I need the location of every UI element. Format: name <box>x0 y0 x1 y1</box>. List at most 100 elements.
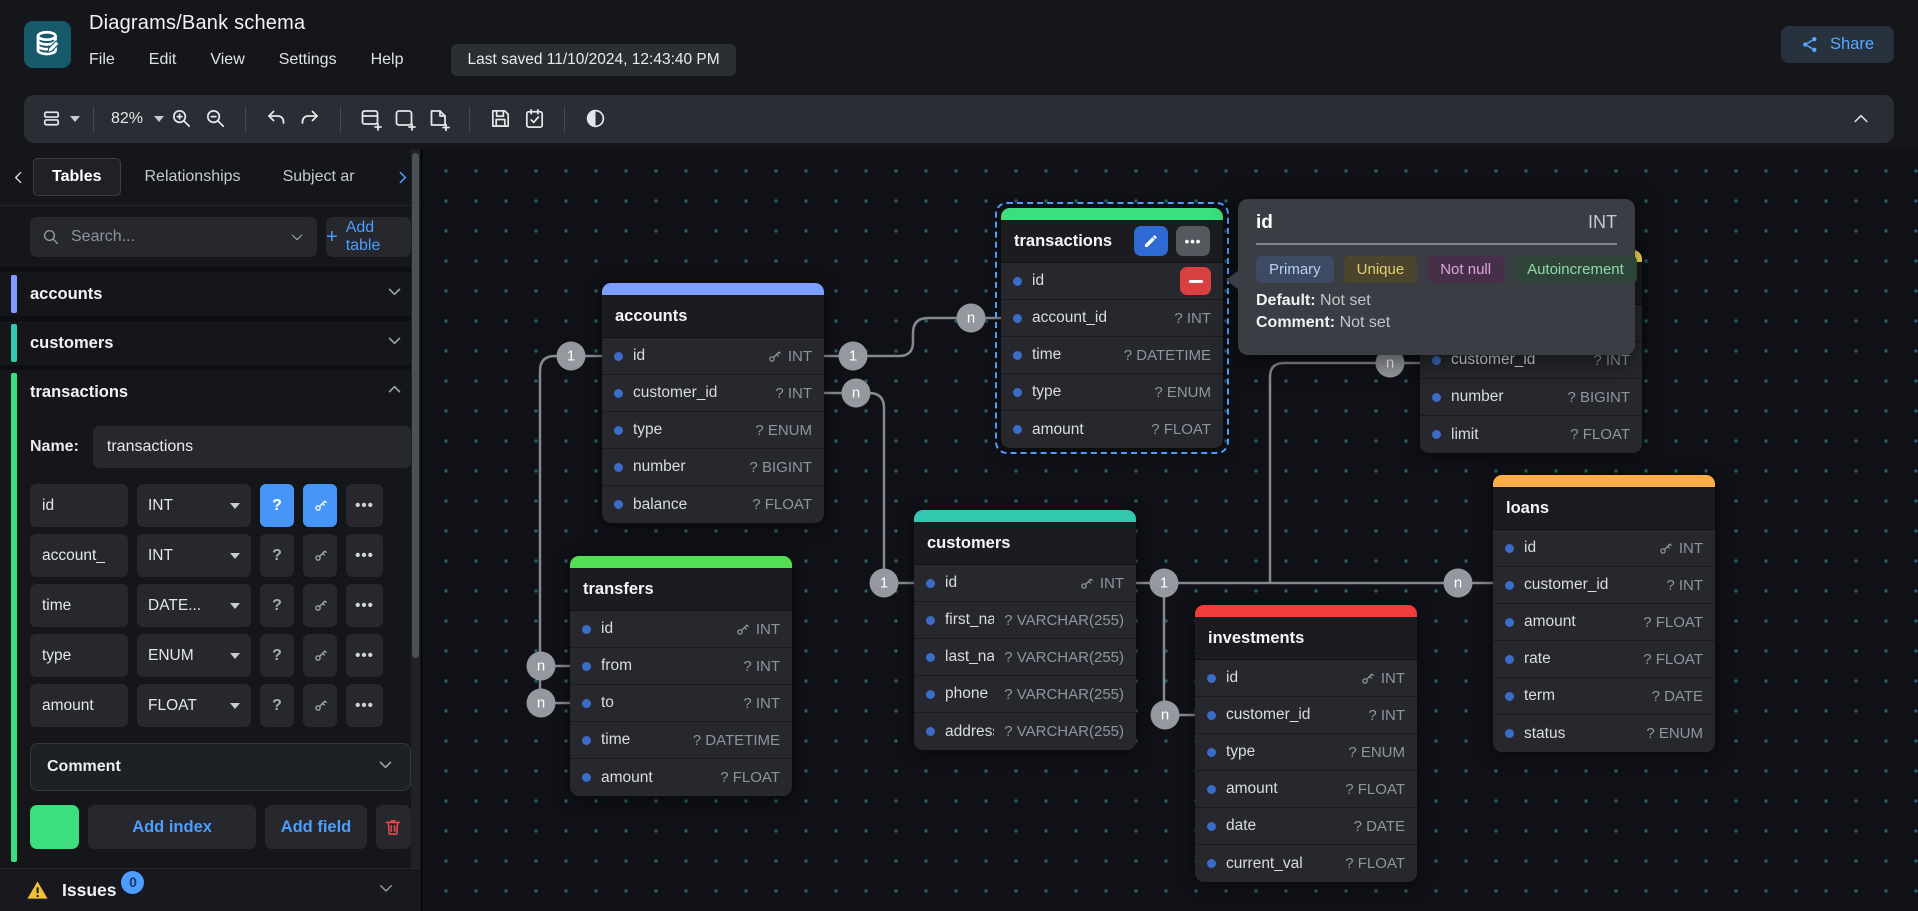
tab-subject-areas[interactable]: Subject ar <box>265 159 357 195</box>
field-type-dropdown[interactable]: ENUM <box>137 634 251 677</box>
primary-key-button[interactable] <box>303 484 337 527</box>
accordion-toggle[interactable] <box>386 381 403 403</box>
zoom-level-dropdown[interactable]: 82% <box>107 102 164 136</box>
tab-relationships[interactable]: Relationships <box>127 159 259 195</box>
primary-key-button[interactable] <box>303 584 337 627</box>
accordion-toggle[interactable] <box>386 283 403 305</box>
table-field-row[interactable]: amount? FLOAT <box>570 759 792 796</box>
collapse-header-button[interactable] <box>1844 102 1878 136</box>
table-title-bar[interactable]: customers <box>914 522 1136 565</box>
table-field-row[interactable]: idINT <box>570 611 792 648</box>
nullable-toggle-button[interactable]: ? <box>260 584 294 627</box>
diagram-canvas[interactable]: 1nn1nn11nnn accountsidINTcustomer_id? IN… <box>422 149 1918 911</box>
table-field-row[interactable]: type? ENUM <box>1195 734 1417 771</box>
field-type-dropdown[interactable]: INT <box>137 484 251 527</box>
table-field-row[interactable]: phone? VARCHAR(255) <box>914 676 1136 713</box>
table-field-row[interactable]: account_id? INT <box>1001 300 1223 337</box>
canvas-table-accounts[interactable]: accountsidINTcustomer_id? INTtype? ENUMn… <box>602 283 824 523</box>
primary-key-button[interactable] <box>303 634 337 677</box>
field-type-dropdown[interactable]: INT <box>137 534 251 577</box>
table-field-row[interactable]: type? ENUM <box>1001 374 1223 411</box>
delete-field-button[interactable] <box>1180 267 1211 295</box>
table-field-row[interactable]: idINT <box>914 565 1136 602</box>
add-area-button[interactable] <box>388 102 422 136</box>
table-title-bar[interactable]: loans <box>1493 487 1715 530</box>
table-title-bar[interactable]: transactions••• <box>1001 220 1223 263</box>
sidebar-table-item-transactions[interactable]: transactions <box>0 370 421 414</box>
table-field-row[interactable]: first_na...? VARCHAR(255) <box>914 602 1136 639</box>
field-more-options-button[interactable]: ••• <box>346 684 383 727</box>
save-button[interactable] <box>483 102 517 136</box>
delete-table-button[interactable] <box>376 805 411 849</box>
table-field-row[interactable]: to? INT <box>570 685 792 722</box>
menu-file[interactable]: File <box>89 51 115 69</box>
table-field-row[interactable]: customer_id? INT <box>1493 567 1715 604</box>
table-field-row[interactable]: rate? FLOAT <box>1493 641 1715 678</box>
table-field-row[interactable]: number? BIGINT <box>602 449 824 486</box>
tab-tables[interactable]: Tables <box>33 158 121 196</box>
table-field-row[interactable]: idINT <box>602 338 824 375</box>
table-field-row[interactable]: status? ENUM <box>1493 715 1715 752</box>
theme-toggle-button[interactable] <box>578 102 612 136</box>
undo-button[interactable] <box>259 102 293 136</box>
issues-bar[interactable]: Issues 0 <box>0 868 421 911</box>
tabs-scroll-right-button[interactable] <box>394 169 411 186</box>
table-field-row[interactable]: customer_id? INT <box>602 375 824 412</box>
add-table-button[interactable] <box>354 102 388 136</box>
field-name-input[interactable]: type <box>30 634 128 677</box>
comment-collapsible[interactable]: Comment <box>30 743 411 791</box>
field-name-input[interactable]: time <box>30 584 128 627</box>
table-field-row[interactable]: idINT <box>1195 660 1417 697</box>
table-field-row[interactable]: date? DATE <box>1195 808 1417 845</box>
table-field-row[interactable]: current_val? FLOAT <box>1195 845 1417 882</box>
accordion-toggle[interactable] <box>386 332 403 354</box>
canvas-table-investments[interactable]: investmentsidINTcustomer_id? INTtype? EN… <box>1195 605 1417 882</box>
table-title-bar[interactable]: investments <box>1195 617 1417 660</box>
table-color-swatch[interactable] <box>30 805 79 849</box>
table-field-row[interactable]: id <box>1001 263 1223 300</box>
menu-help[interactable]: Help <box>371 51 404 69</box>
edit-table-button[interactable] <box>1134 226 1168 256</box>
field-type-dropdown[interactable]: DATE... <box>137 584 251 627</box>
search-box[interactable] <box>30 217 317 257</box>
sidebar-table-item-customers[interactable]: customers <box>0 321 421 365</box>
scrollbar-thumb[interactable] <box>412 153 419 658</box>
share-button[interactable]: Share <box>1781 26 1894 63</box>
issues-expand-button[interactable] <box>377 879 395 902</box>
canvas-table-customers[interactable]: customersidINTfirst_na...? VARCHAR(255)l… <box>914 510 1136 750</box>
table-field-row[interactable]: amount? FLOAT <box>1493 604 1715 641</box>
primary-key-button[interactable] <box>303 684 337 727</box>
table-field-row[interactable]: customer_id? INT <box>1195 697 1417 734</box>
nullable-toggle-button[interactable]: ? <box>260 684 294 727</box>
menu-view[interactable]: View <box>210 51 244 69</box>
table-field-row[interactable]: address? VARCHAR(255) <box>914 713 1136 750</box>
table-field-row[interactable]: time? DATETIME <box>570 722 792 759</box>
table-field-row[interactable]: number? BIGINT <box>1420 379 1642 416</box>
sidebar-scrollbar[interactable] <box>411 149 420 868</box>
table-name-input[interactable] <box>93 426 411 468</box>
canvas-table-transactions[interactable]: transactions•••idaccount_id? INTtime? DA… <box>1001 208 1223 448</box>
field-name-input[interactable]: id <box>30 484 128 527</box>
add-table-sidebar-button[interactable]: + Add table <box>326 217 411 257</box>
table-field-row[interactable]: balance? FLOAT <box>602 486 824 523</box>
nullable-toggle-button[interactable]: ? <box>260 484 294 527</box>
field-name-input[interactable]: amount <box>30 684 128 727</box>
canvas-table-loans[interactable]: loansidINTcustomer_id? INTamount? FLOATr… <box>1493 475 1715 752</box>
nullable-toggle-button[interactable]: ? <box>260 634 294 677</box>
menu-edit[interactable]: Edit <box>149 51 177 69</box>
table-field-row[interactable]: idINT <box>1493 530 1715 567</box>
table-field-row[interactable]: time? DATETIME <box>1001 337 1223 374</box>
table-field-row[interactable]: limit? FLOAT <box>1420 416 1642 453</box>
menu-settings[interactable]: Settings <box>279 51 337 69</box>
table-field-row[interactable]: term? DATE <box>1493 678 1715 715</box>
search-input[interactable] <box>71 228 278 246</box>
table-field-row[interactable]: type? ENUM <box>602 412 824 449</box>
layout-options-button[interactable] <box>40 102 80 136</box>
canvas-table-transfers[interactable]: transfersidINTfrom? INTto? INTtime? DATE… <box>570 556 792 796</box>
field-more-options-button[interactable]: ••• <box>346 634 383 677</box>
zoom-in-button[interactable] <box>164 102 198 136</box>
table-title-bar[interactable]: accounts <box>602 295 824 338</box>
field-name-input[interactable]: account_ <box>30 534 128 577</box>
primary-key-button[interactable] <box>303 534 337 577</box>
redo-button[interactable] <box>293 102 327 136</box>
